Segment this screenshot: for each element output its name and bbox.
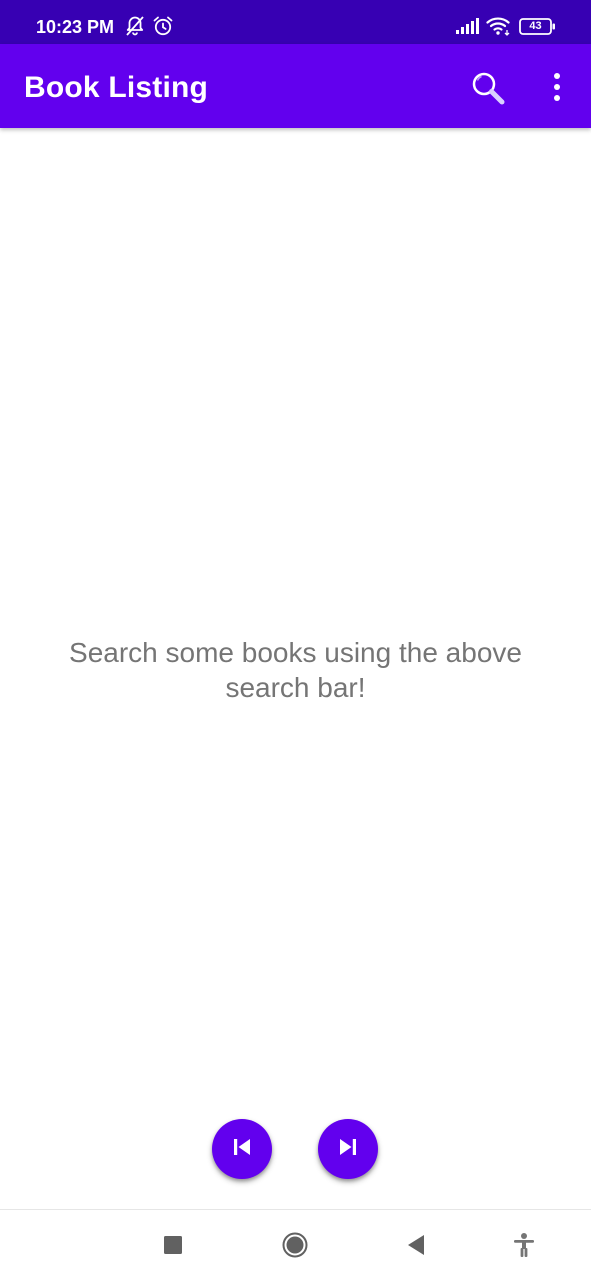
page-title: Book Listing <box>24 71 209 104</box>
system-nav-bar <box>0 1209 591 1280</box>
recents-icon[interactable] <box>164 1236 182 1259</box>
more-options-icon[interactable] <box>550 72 564 107</box>
previous-page-icon <box>231 1136 253 1163</box>
back-icon[interactable] <box>406 1234 426 1261</box>
status-bar: 10:23 PM 43 <box>0 0 591 44</box>
empty-state-message: Search some books using the above search… <box>69 637 522 703</box>
signal-icon <box>455 17 479 40</box>
status-time: 10:23 PM <box>36 17 115 37</box>
wifi-icon <box>486 16 512 41</box>
notifications-off-icon <box>125 15 145 42</box>
home-icon[interactable] <box>282 1232 308 1263</box>
previous-page-button[interactable] <box>212 1119 272 1179</box>
next-page-icon <box>337 1136 359 1163</box>
next-page-button[interactable] <box>318 1119 378 1179</box>
alarm-icon <box>152 15 174 42</box>
accessibility-icon[interactable] <box>513 1232 535 1263</box>
search-icon[interactable] <box>470 70 506 111</box>
app-bar: Book Listing <box>0 44 591 128</box>
battery-level: 43 <box>529 20 542 32</box>
battery-icon: 43 <box>519 18 555 35</box>
